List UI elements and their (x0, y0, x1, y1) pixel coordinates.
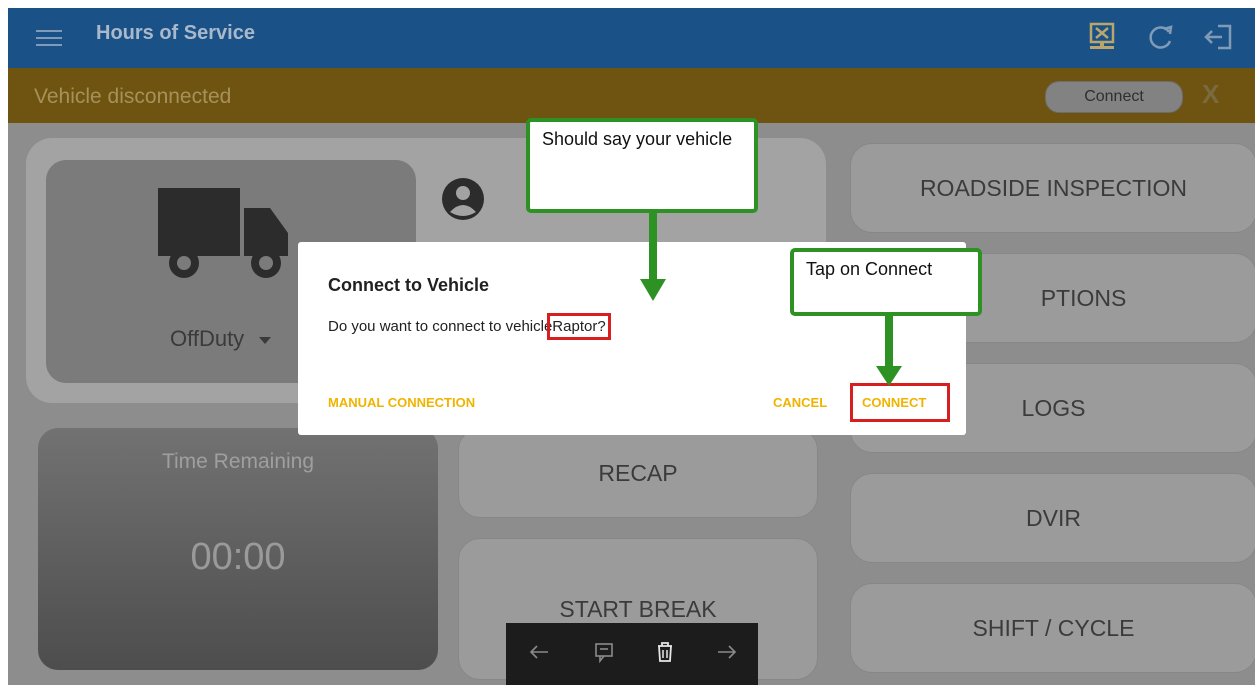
comment-icon[interactable] (593, 641, 615, 663)
time-remaining-label: Time Remaining (161, 450, 315, 473)
back-arrow-icon[interactable] (528, 641, 550, 663)
connection-banner: Vehicle disconnected Connect X (8, 68, 1255, 123)
shift-cycle-button[interactable]: SHIFT / CYCLE (850, 583, 1255, 673)
bottom-toolbar (506, 623, 758, 685)
dialog-title: Connect to Vehicle (328, 275, 490, 295)
dialog-message: Do you want to connect to vehicleRaptor? (328, 313, 611, 340)
connect-callout: Tap on Connect (790, 248, 982, 316)
app-screen: Hours of Service Vehicle disconnected Co… (8, 8, 1255, 685)
menu-icon[interactable] (36, 25, 62, 51)
truck-icon (158, 188, 288, 278)
app-title: Hours of Service (96, 22, 255, 44)
app-bar: Hours of Service (8, 8, 1255, 68)
banner-connect-button[interactable]: Connect (1045, 81, 1183, 113)
recap-button[interactable]: RECAP (458, 428, 818, 518)
disconnect-icon[interactable] (1085, 20, 1119, 54)
banner-message: Vehicle disconnected (34, 85, 232, 108)
logout-icon[interactable] (1202, 20, 1236, 54)
user-icon (442, 178, 484, 220)
cancel-button[interactable]: CANCEL (773, 395, 827, 410)
connect-highlight-box (850, 383, 950, 422)
vehicle-callout: Should say your vehicle (526, 118, 758, 213)
vehicle-name: Raptor? (547, 313, 611, 340)
refresh-icon[interactable] (1144, 20, 1178, 54)
roadside-inspection-button[interactable]: ROADSIDE INSPECTION (850, 143, 1255, 233)
forward-arrow-icon[interactable] (716, 641, 738, 663)
dropdown-icon (259, 337, 272, 344)
trash-icon[interactable] (654, 641, 676, 663)
connect-callout-arrow (876, 316, 902, 386)
vehicle-callout-arrow (640, 213, 666, 301)
banner-close-button[interactable]: X (1202, 79, 1219, 110)
time-remaining-value: 00:00 (190, 536, 286, 578)
duty-status-label: OffDuty (170, 326, 272, 352)
dvir-button[interactable]: DVIR (850, 473, 1255, 563)
manual-connection-button[interactable]: MANUAL CONNECTION (328, 395, 475, 410)
